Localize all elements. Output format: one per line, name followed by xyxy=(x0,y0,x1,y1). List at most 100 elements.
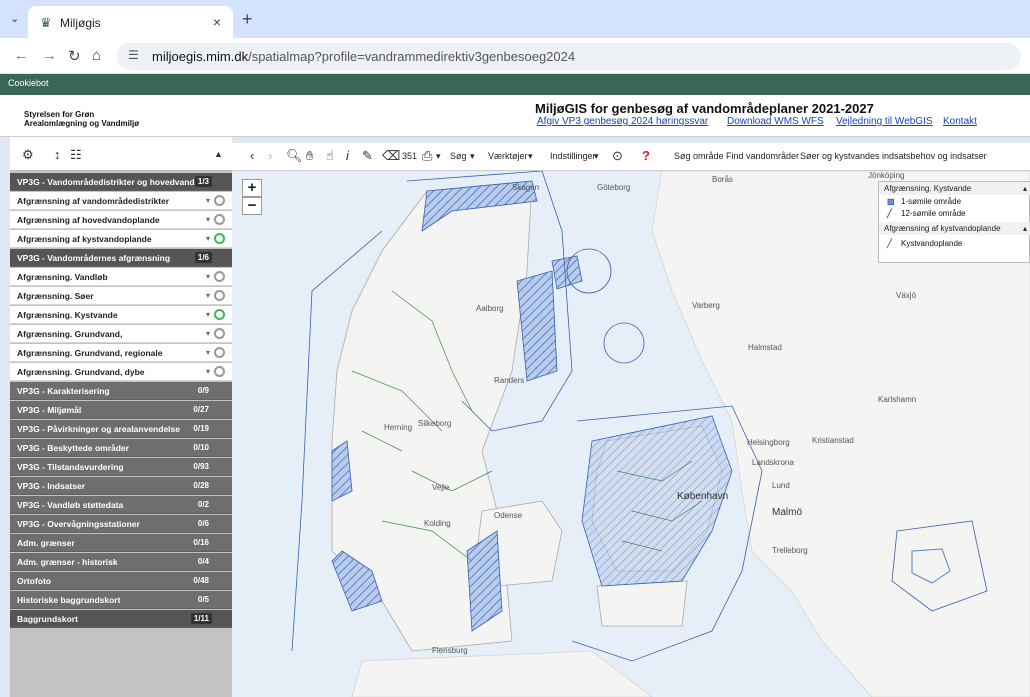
layer-item[interactable]: Afgrænsning. Kystvande ▾ xyxy=(10,306,232,324)
find-waters-button[interactable]: Find vandområder xyxy=(726,151,799,161)
zoom-out-button[interactable]: − xyxy=(242,197,262,215)
tools-dropdown-icon[interactable]: ▾ xyxy=(528,151,533,162)
layer-options-dropdown-icon[interactable]: ▾ xyxy=(206,367,210,376)
layer-toggle-icon[interactable] xyxy=(214,195,225,206)
browser-tab[interactable]: ♛ Miljøgis × xyxy=(28,6,233,38)
layer-toggle-icon[interactable] xyxy=(214,290,225,301)
search-dropdown-icon[interactable]: ▾ xyxy=(470,151,475,162)
layer-group[interactable]: Baggrundskort 1/11 xyxy=(10,610,232,628)
sort-icon[interactable]: ↕ xyxy=(54,147,61,162)
layer-group[interactable]: Historiske baggrundskort 0/5 xyxy=(10,591,232,609)
layer-options-dropdown-icon[interactable]: ▾ xyxy=(206,348,210,357)
layer-toggle-icon[interactable] xyxy=(214,347,225,358)
place-skagen: Skagen xyxy=(512,183,540,192)
layer-options-dropdown-icon[interactable]: ▾ xyxy=(206,215,210,224)
tools-menu[interactable]: Værktøjer xyxy=(488,151,528,161)
layer-toggle-icon[interactable] xyxy=(214,233,225,244)
tab-list-dropdown-icon[interactable]: ⌄ xyxy=(10,12,19,25)
locate-icon[interactable]: ⊙ xyxy=(612,148,623,164)
layer-group[interactable]: VP3G - Miljømål 0/27 xyxy=(10,401,232,419)
legend-section-coastal[interactable]: Afgrænsning. Kystvande ▴ xyxy=(879,182,1030,195)
settings-dropdown-icon[interactable]: ▾ xyxy=(594,151,599,162)
eraser-icon[interactable]: ⌫ xyxy=(382,148,400,164)
layer-group[interactable]: VP3G - Indsatser 0/28 xyxy=(10,477,232,495)
forward-arrow-icon[interactable]: › xyxy=(268,148,272,163)
layer-item[interactable]: Afgrænsning. Grundvand, ▾ xyxy=(10,325,232,343)
place-jonkoping: Jönköping xyxy=(868,171,905,180)
layer-options-dropdown-icon[interactable]: ▾ xyxy=(206,291,210,300)
map-legend: Afgrænsning. Kystvande ▴ ▨ 1-sømile område… xyxy=(878,181,1030,263)
layer-toggle-icon[interactable] xyxy=(214,328,225,339)
lakes-coast-button[interactable]: Søer og kystvandes indsatsbehov og indsa… xyxy=(800,151,987,161)
layers-list-icon[interactable]: ☷ xyxy=(70,147,82,163)
layer-group-label: VP3G - Påvirkninger og arealanvendelse xyxy=(17,424,180,434)
gear-icon[interactable]: ⚙ xyxy=(22,147,34,163)
site-settings-icon[interactable]: ☰ xyxy=(128,48,139,62)
layer-group[interactable]: Ortofoto 0/48 xyxy=(10,572,232,590)
cookie-bar[interactable]: Cookiebot xyxy=(0,74,1030,95)
layer-options-dropdown-icon[interactable]: ▾ xyxy=(206,196,210,205)
download-wms-link[interactable]: Download WMS WFS xyxy=(727,116,824,127)
collapse-panel-icon[interactable]: ▲ xyxy=(214,149,223,159)
map-view[interactable]: + − Göteborg Borås Jönköping Varberg Hal… xyxy=(232,171,1030,697)
measure-readout[interactable]: 351 xyxy=(402,151,417,161)
draw-icon[interactable]: ✎ xyxy=(362,148,373,164)
layer-group[interactable]: VP3G - Beskyttede områder 0/10 xyxy=(10,439,232,457)
place-odense: Odense xyxy=(494,511,523,520)
place-karlshamn: Karlshamn xyxy=(878,395,917,404)
search-menu[interactable]: Søg xyxy=(450,151,467,161)
back-icon[interactable]: ← xyxy=(14,47,29,64)
layer-item[interactable]: Afgrænsning. Vandløb ▾ xyxy=(10,268,232,286)
layer-options-dropdown-icon[interactable]: ▾ xyxy=(206,310,210,319)
legend-section-catchments[interactable]: Afgrænsning af kystvandoplande ▴ xyxy=(879,222,1030,235)
url-field[interactable]: ☰ miljoegis.mim.dk/spatialmap?profile=va… xyxy=(116,43,1021,70)
layer-options-dropdown-icon[interactable]: ▾ xyxy=(206,234,210,243)
back-arrow-icon[interactable]: ‹ xyxy=(250,148,254,163)
layer-toggle-icon[interactable] xyxy=(214,366,225,377)
layer-group[interactable]: VP3G - Påvirkninger og arealanvendelse 0/… xyxy=(10,420,232,438)
layer-options-dropdown-icon[interactable]: ▾ xyxy=(206,272,210,281)
layer-options-dropdown-icon[interactable]: ▾ xyxy=(206,329,210,338)
layer-panel: ⚙ ↕ ☷ ▲ VP3G - Vandområdedistrikter og h… xyxy=(10,137,232,697)
layer-item[interactable]: Afgrænsning. Søer ▾ xyxy=(10,287,232,305)
layer-toggle-icon[interactable] xyxy=(214,309,225,320)
print-icon[interactable]: ⎙ xyxy=(422,148,432,164)
layer-group[interactable]: Adm. grænser - historisk 0/4 xyxy=(10,553,232,571)
tab-title: Miljøgis xyxy=(60,16,101,30)
layer-group[interactable]: VP3G - Vandområdedistrikter og hovedvand… xyxy=(10,173,232,191)
legend-collapse-icon[interactable]: ▴ xyxy=(1023,224,1027,233)
help-icon[interactable]: ? xyxy=(642,148,650,163)
layer-panel-toolbar: ⚙ ↕ ☷ ▲ xyxy=(10,137,232,171)
search-area-button[interactable]: Søg område xyxy=(674,151,724,161)
zoom-search-icon[interactable]: 🔍︎ xyxy=(286,148,303,164)
layer-group[interactable]: VP3G - Karakterisering 0/9 xyxy=(10,382,232,400)
home-icon[interactable]: ⌂ xyxy=(92,47,101,64)
guide-link[interactable]: Vejledning til WebGIS xyxy=(836,116,933,127)
layer-group[interactable]: VP3G - Vandløb støttedata 0/2 xyxy=(10,496,232,514)
layer-item[interactable]: Afgrænsning af vandområdedistrikter ▾ xyxy=(10,192,232,210)
legend-collapse-icon[interactable]: ▴ xyxy=(1023,184,1027,193)
new-tab-icon[interactable]: + xyxy=(242,9,253,30)
layer-item-label: Afgrænsning. Søer xyxy=(17,291,94,301)
zoom-in-button[interactable]: + xyxy=(242,179,262,197)
layer-item[interactable]: Afgrænsning af hovedvandoplande ▾ xyxy=(10,211,232,229)
select-tool-icon[interactable]: ☝︎ xyxy=(326,148,334,164)
settings-menu[interactable]: Indstillinger xyxy=(550,151,596,161)
forward-icon[interactable]: → xyxy=(42,47,57,64)
layer-toggle-icon[interactable] xyxy=(214,214,225,225)
pan-hand-icon[interactable]: ✋︎ xyxy=(306,148,313,164)
layer-group[interactable]: VP3G - Tilstandsvurdering 0/93 xyxy=(10,458,232,476)
info-icon[interactable]: i xyxy=(346,148,349,163)
layer-item[interactable]: Afgrænsning. Grundvand, dybe ▾ xyxy=(10,363,232,381)
layer-group[interactable]: Adm. grænser 0/16 xyxy=(10,534,232,552)
hearing-link[interactable]: Afgiv VP3 genbesøg 2024 høringssvar xyxy=(537,116,708,127)
layer-group[interactable]: VP3G - Vandområdernes afgrænsning 1/6 xyxy=(10,249,232,267)
layer-item[interactable]: Afgrænsning af kystvandoplande ▾ xyxy=(10,230,232,248)
reload-icon[interactable]: ↻ xyxy=(68,47,81,65)
layer-toggle-icon[interactable] xyxy=(214,271,225,282)
contact-link[interactable]: Kontakt xyxy=(943,116,977,127)
layer-item[interactable]: Afgrænsning. Grundvand, regionale ▾ xyxy=(10,344,232,362)
layer-group[interactable]: VP3G - Overvågningsstationer 0/6 xyxy=(10,515,232,533)
print-dropdown-icon[interactable]: ▾ xyxy=(436,151,441,162)
tab-close-icon[interactable]: × xyxy=(213,14,221,30)
